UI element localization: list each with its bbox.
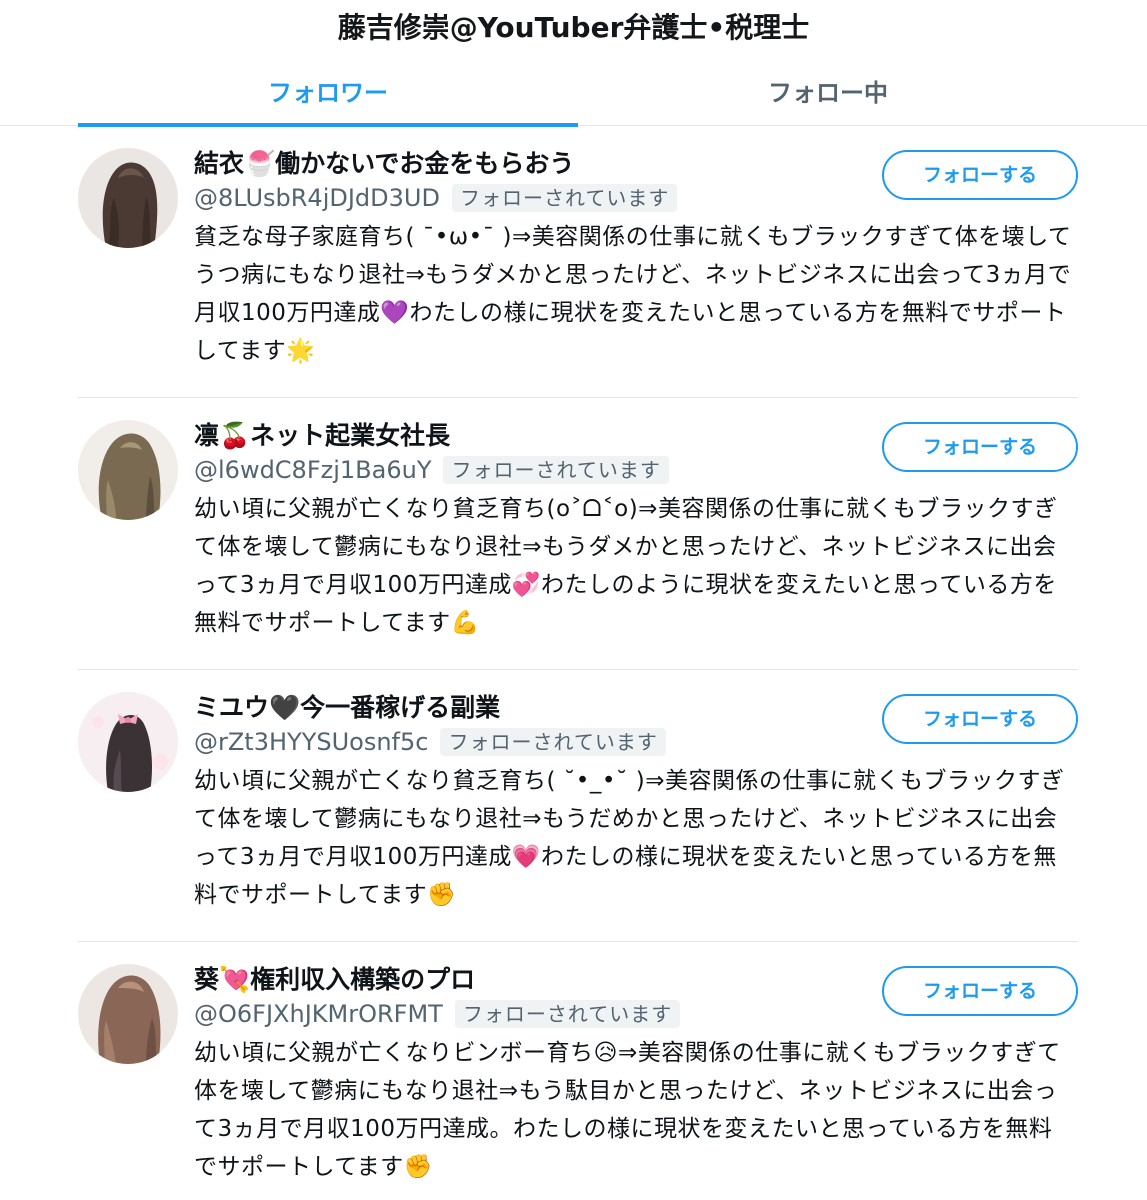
page-title: 藤吉修崇@YouTuber弁護士•税理士 xyxy=(337,11,810,44)
display-name[interactable]: 凛🍒ネット起業女社長 xyxy=(194,418,450,454)
user-handle[interactable]: @O6FJXhJKMrORFMT xyxy=(194,998,443,1030)
user-handle[interactable]: @rZt3HYYSUosnf5c xyxy=(194,726,428,758)
avatar-photo-icon xyxy=(78,964,178,1064)
avatar[interactable] xyxy=(78,964,178,1064)
follow-button[interactable]: フォローする xyxy=(882,150,1078,200)
display-name[interactable]: 葵💘権利収入構築のプロ xyxy=(194,962,475,998)
user-bio: 幼い頃に父親が亡くなりビンボー育ち😥⇒美容関係の仕事に就くもブラックすぎて体を壊… xyxy=(194,1040,1061,1180)
user-bio: 幼い頃に父親が亡くなり貧乏育ち(o˃ᗝ˂o)⇒美容関係の仕事に就くもブラックすぎ… xyxy=(194,496,1058,636)
avatar-photo-icon xyxy=(78,420,178,520)
avatar[interactable] xyxy=(78,692,178,792)
avatar-photo-icon xyxy=(78,148,178,248)
avatar[interactable] xyxy=(78,148,178,248)
avatar[interactable] xyxy=(78,420,178,520)
list-item[interactable]: ミユウ🖤今一番稼げる副業 @rZt3HYYSUosnf5c フォローされています… xyxy=(78,670,1078,942)
follows-you-badge: フォローされています xyxy=(443,456,669,484)
list-item[interactable]: 結衣🍧働かないでお金をもらおう @8LUsbR4jDJdD3UD フォローされて… xyxy=(78,126,1078,398)
follow-button[interactable]: フォローする xyxy=(882,694,1078,744)
avatar-photo-icon xyxy=(78,692,178,792)
list-item[interactable]: 凛🍒ネット起業女社長 @l6wdC8Fzj1Ba6uY フォローされています 幼… xyxy=(78,398,1078,670)
user-handle[interactable]: @8LUsbR4jDJdD3UD xyxy=(194,182,440,214)
user-bio: 幼い頃に父親が亡くなり貧乏育ち( ˘•_•˘ )⇒美容関係の仕事に就くもブラック… xyxy=(194,768,1065,908)
follows-you-badge: フォローされています xyxy=(451,184,678,212)
tab-followers[interactable]: フォロワー xyxy=(78,66,578,127)
handle-row: @l6wdC8Fzj1Ba6uY フォローされています xyxy=(194,454,669,486)
follow-button[interactable]: フォローする xyxy=(882,422,1078,472)
handle-row: @O6FJXhJKMrORFMT フォローされています xyxy=(194,998,681,1030)
user-bio: 貧乏な母子家庭育ち( ˉ•ω•ˉ )⇒美容関係の仕事に就くもブラックすぎて体を壊… xyxy=(194,224,1072,364)
tab-bar: フォロワー フォロー中 xyxy=(0,66,1147,127)
handle-row: @8LUsbR4jDJdD3UD フォローされています xyxy=(194,182,678,214)
handle-row: @rZt3HYYSUosnf5c フォローされています xyxy=(194,726,666,758)
follower-list: 結衣🍧働かないでお金をもらおう @8LUsbR4jDJdD3UD フォローされて… xyxy=(78,126,1078,1200)
list-item[interactable]: 葵💘権利収入構築のプロ @O6FJXhJKMrORFMT フォローされています … xyxy=(78,942,1078,1200)
follow-button[interactable]: フォローする xyxy=(882,966,1078,1016)
display-name[interactable]: ミユウ🖤今一番稼げる副業 xyxy=(194,690,500,726)
tab-following[interactable]: フォロー中 xyxy=(578,66,1078,126)
user-handle[interactable]: @l6wdC8Fzj1Ba6uY xyxy=(194,454,431,486)
follows-you-badge: フォローされています xyxy=(440,728,666,756)
display-name[interactable]: 結衣🍧働かないでお金をもらおう xyxy=(194,146,574,182)
follows-you-badge: フォローされています xyxy=(454,1000,681,1028)
